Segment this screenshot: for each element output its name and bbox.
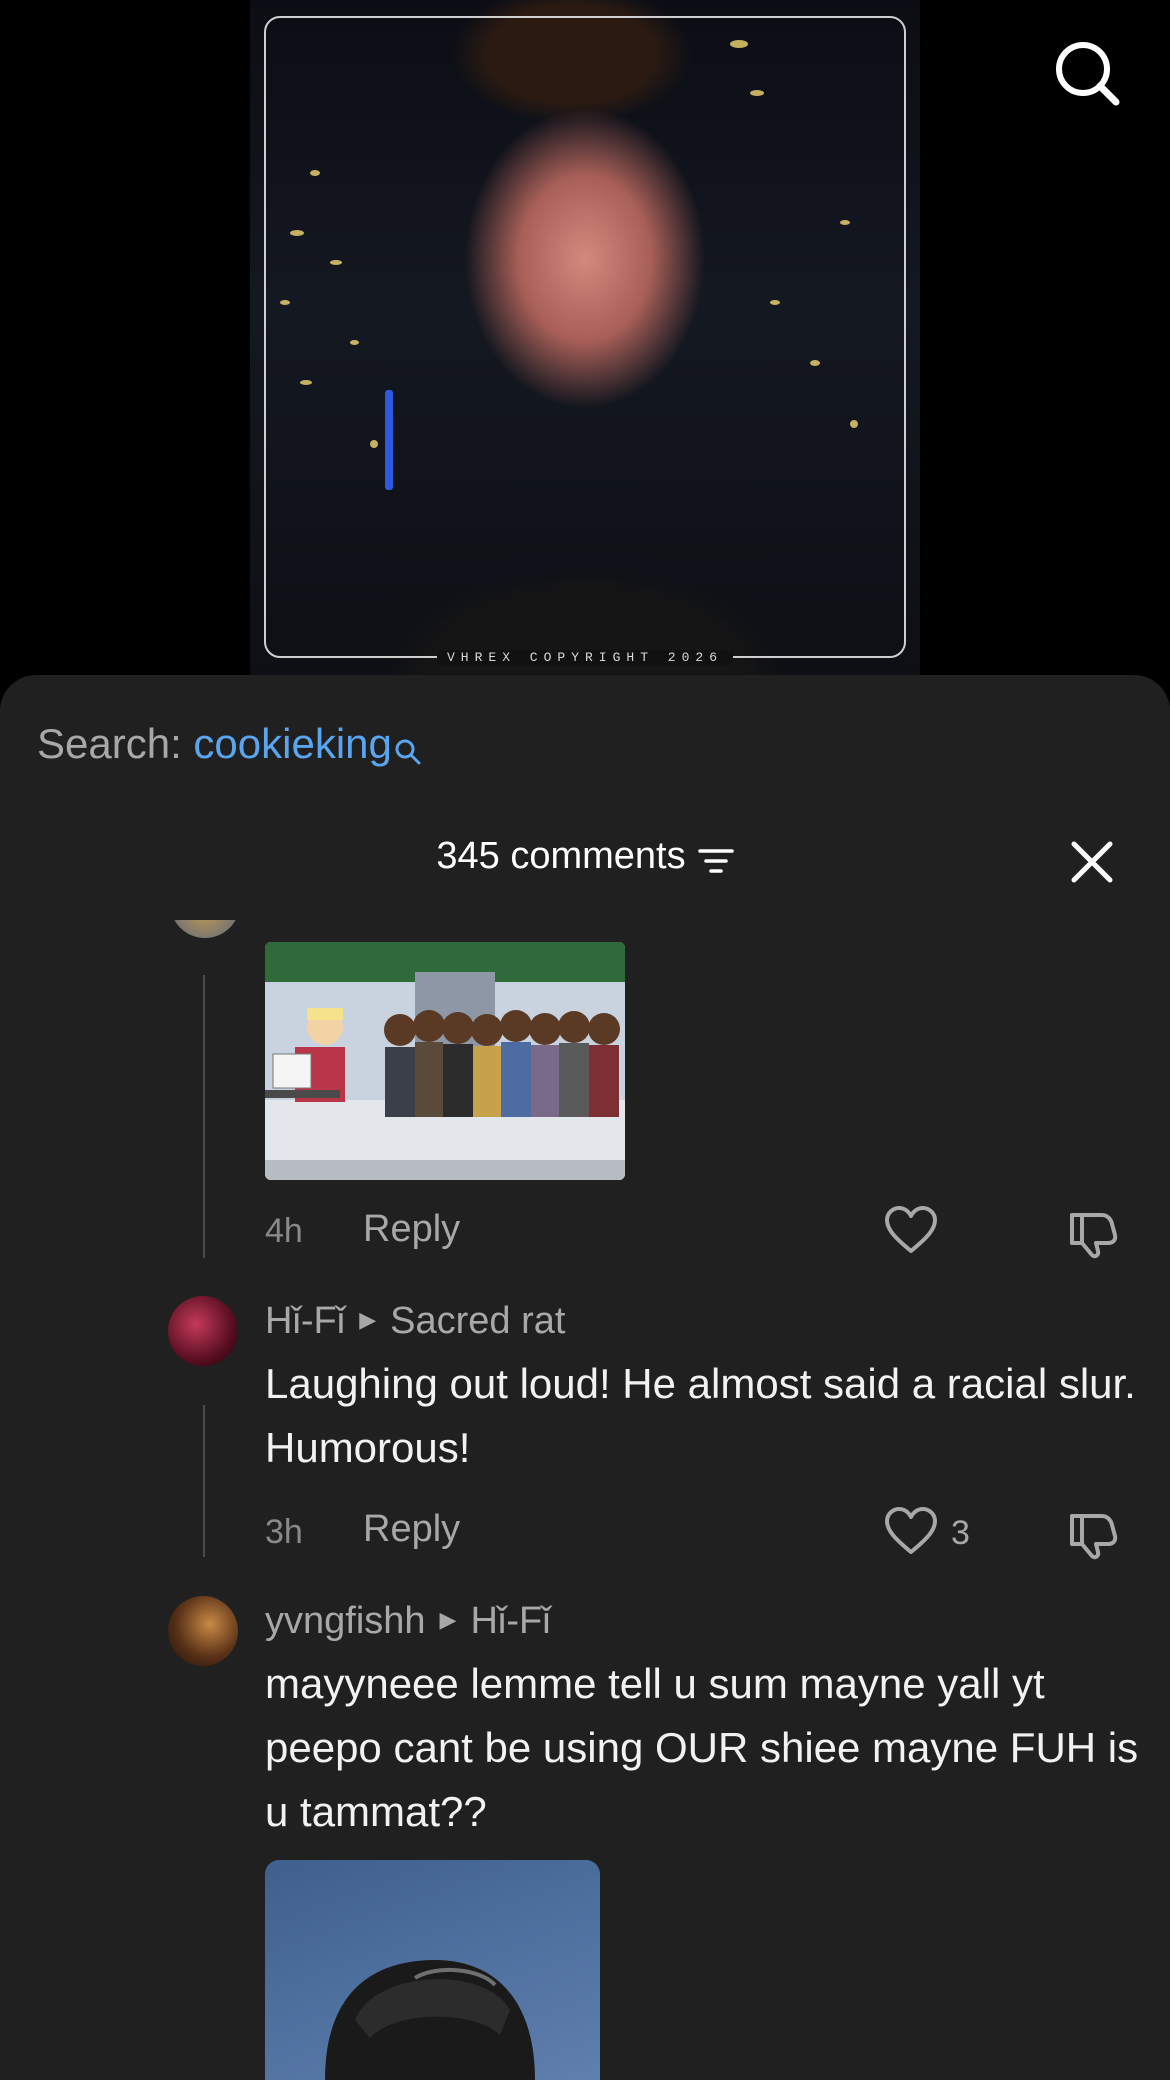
- thread-line: [203, 1405, 205, 1557]
- dislike-icon[interactable]: [1066, 1207, 1118, 1264]
- comment-author[interactable]: Hǐ-Fǐ: [265, 1300, 345, 1342]
- comment-author-line: Hǐ-Fǐ ▶ Sacred rat: [265, 1300, 565, 1343]
- video-frame: [264, 16, 906, 658]
- comment-time: 3h: [265, 1513, 303, 1551]
- reply-to-user[interactable]: Sacred rat: [390, 1300, 565, 1342]
- avatar[interactable]: [168, 1596, 238, 1666]
- heart-icon[interactable]: [884, 1205, 938, 1260]
- reply-button[interactable]: Reply: [363, 1208, 460, 1251]
- comments-count: 345 comments: [436, 835, 686, 877]
- comment-author-line: yvngfishh ▶ Hǐ-Fǐ: [265, 1600, 551, 1643]
- comments-header: 345 comments: [0, 835, 1170, 882]
- reply-arrow-icon: ▶: [439, 1606, 457, 1632]
- thread-line: [203, 975, 205, 1258]
- reply-button[interactable]: Reply: [363, 1508, 460, 1551]
- comment-author[interactable]: yvngfishh: [265, 1600, 426, 1642]
- comment-text: Laughing out loud! He almost said a raci…: [265, 1360, 1136, 1471]
- search-term-link[interactable]: cookieking: [193, 720, 391, 767]
- search-icon: [394, 728, 422, 776]
- reply-arrow-icon: ▶: [359, 1306, 377, 1332]
- search-icon[interactable]: [1052, 38, 1122, 108]
- video-watermark: VHREX COPYRIGHT 2026: [250, 650, 920, 665]
- like-count: 3: [951, 1514, 970, 1552]
- comment-text: mayyneee lemme tell u sum mayne yall yt …: [265, 1660, 1139, 1835]
- dislike-icon[interactable]: [1066, 1508, 1118, 1565]
- search-suggestion[interactable]: Search: cookieking: [37, 720, 422, 776]
- avatar[interactable]: [168, 1296, 238, 1366]
- cartoon-gif[interactable]: [265, 942, 625, 1180]
- photo-thumbnail[interactable]: [265, 1860, 600, 2080]
- search-label: Search:: [37, 720, 194, 767]
- heart-icon[interactable]: [884, 1506, 938, 1561]
- comment-time: 4h: [265, 1212, 303, 1250]
- filter-icon[interactable]: [697, 845, 734, 882]
- reply-to-user[interactable]: Hǐ-Fǐ: [470, 1600, 550, 1642]
- close-icon[interactable]: [1068, 838, 1116, 891]
